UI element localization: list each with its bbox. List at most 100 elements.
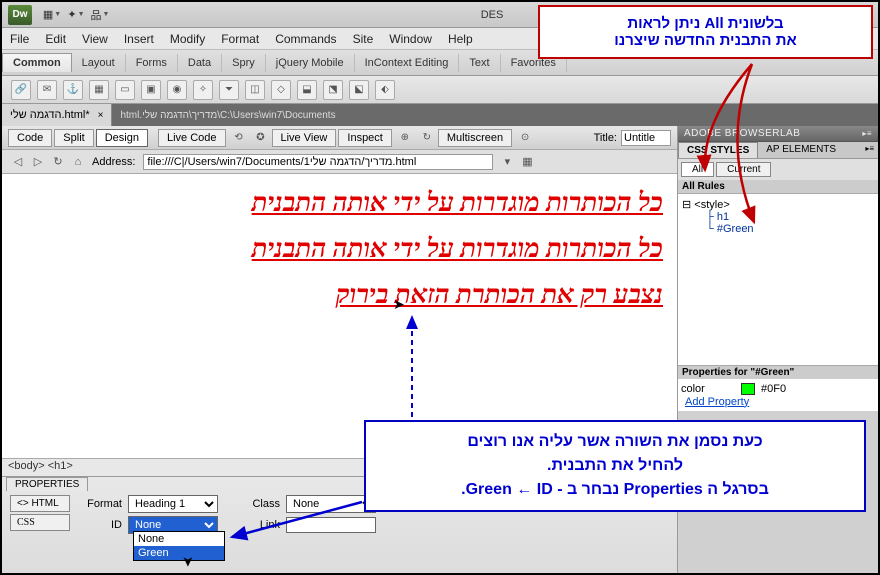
media-icon[interactable]: ◉ — [167, 80, 187, 100]
menu-window[interactable]: Window — [389, 32, 432, 46]
all-button[interactable]: All — [681, 162, 714, 177]
link-label: Link — [238, 519, 280, 531]
browser-icon[interactable]: ⊕ — [396, 130, 414, 146]
multiscreen-button[interactable]: Multiscreen — [438, 129, 512, 147]
tab-layout[interactable]: Layout — [72, 54, 126, 72]
tab-common[interactable]: Common — [2, 53, 72, 72]
class-label: Class — [238, 498, 280, 510]
layout-icon[interactable]: ▦▼ — [43, 6, 61, 24]
html-mode-button[interactable]: <> HTML — [10, 495, 70, 512]
reload-icon[interactable]: ↻ — [50, 154, 66, 170]
rules-tree[interactable]: ⊟ <style> ├ h1 └ #Green — [678, 194, 878, 365]
app-logo: Dw — [8, 5, 32, 25]
menu-help[interactable]: Help — [448, 32, 473, 46]
class-select[interactable]: None — [286, 495, 376, 513]
back-icon[interactable]: ◁ — [10, 154, 26, 170]
properties-for-header: Properties for "#Green" — [678, 365, 878, 379]
all-rules-header: All Rules — [678, 180, 878, 194]
split-button[interactable]: Split — [54, 129, 93, 147]
color-value: #0F0 — [761, 383, 786, 395]
checkout-icon[interactable]: ⟲ — [230, 130, 248, 146]
menu-edit[interactable]: Edit — [45, 32, 66, 46]
go-icon[interactable]: ▦ — [519, 154, 535, 170]
css-panel-tabs: CSS STYLES AP ELEMENTS ▸≡ — [678, 142, 878, 159]
callout-red: בלשונית All ניתן לראות את התבנית החדשה ש… — [538, 5, 873, 59]
menu-format[interactable]: Format — [221, 32, 259, 46]
css-styles-tab[interactable]: CSS STYLES — [678, 142, 758, 158]
div-icon[interactable]: ▭ — [115, 80, 135, 100]
format-select[interactable]: Heading 1 — [128, 495, 218, 513]
tree-h1[interactable]: ├ h1 — [682, 211, 874, 223]
comment-icon[interactable]: ◇ — [271, 80, 291, 100]
code-button[interactable]: Code — [8, 129, 52, 147]
tab-incontext[interactable]: InContext Editing — [355, 54, 460, 72]
ap-elements-tab[interactable]: AP ELEMENTS — [758, 142, 844, 158]
menu-file[interactable]: File — [10, 32, 29, 46]
tab-jquery[interactable]: jQuery Mobile — [266, 54, 355, 72]
document-tabs-row: הדגמה שלי.html* × C:\Users\win7\Document… — [2, 104, 878, 126]
color-property-row[interactable]: color #0F0 — [681, 382, 875, 396]
menu-site[interactable]: Site — [353, 32, 374, 46]
email-icon[interactable]: ✉ — [37, 80, 57, 100]
browserlab-header[interactable]: ADOBE BROWSERLAB▸≡ — [678, 126, 878, 142]
inspect-button[interactable]: Inspect — [338, 129, 391, 147]
address-input[interactable] — [143, 154, 493, 170]
address-dropdown-icon[interactable]: ▾ — [499, 154, 515, 170]
title-label: Title: — [594, 132, 617, 144]
heading-1[interactable]: כל הכותרות מוגדרות על ידי אותה התבנית — [16, 188, 663, 218]
callout-blue: כעת נסמן את השורה אשר עליה אנו רוצים להח… — [364, 420, 866, 512]
hyperlink-icon[interactable]: 🔗 — [11, 80, 31, 100]
tree-green[interactable]: └ #Green — [682, 223, 874, 235]
ssi-icon[interactable]: ◫ — [245, 80, 265, 100]
home-icon[interactable]: ⌂ — [70, 154, 86, 170]
templates-icon[interactable]: ⬕ — [349, 80, 369, 100]
date-icon[interactable]: ⏷ — [219, 80, 239, 100]
document-toolbar: Code Split Design Live Code ⟲ ✪ Live Vie… — [2, 126, 677, 150]
title-input[interactable] — [621, 130, 671, 146]
app-title: DES — [481, 9, 504, 21]
design-canvas[interactable]: כל הכותרות מוגדרות על ידי אותה התבנית כל… — [2, 174, 677, 458]
site-icon[interactable]: 品▼ — [91, 6, 109, 24]
live-code-button[interactable]: Live Code — [158, 129, 226, 147]
widget-icon[interactable]: ✧ — [193, 80, 213, 100]
cursor-icon: ➤ — [393, 296, 405, 313]
address-bar: ◁ ▷ ↻ ⌂ Address: ▾ ▦ — [2, 150, 677, 174]
script-icon[interactable]: ⬔ — [323, 80, 343, 100]
tab-forms[interactable]: Forms — [126, 54, 178, 72]
heading-3[interactable]: נצבע רק את הכותרת הזאת בירוק — [16, 280, 663, 310]
menu-insert[interactable]: Insert — [124, 32, 154, 46]
tag-icon[interactable]: ⬖ — [375, 80, 395, 100]
anchor-icon[interactable]: ⚓ — [63, 80, 83, 100]
link-input[interactable] — [286, 517, 376, 533]
css-property-list: color #0F0 Add Property — [678, 379, 878, 411]
tab-data[interactable]: Data — [178, 54, 222, 72]
forward-icon[interactable]: ▷ — [30, 154, 46, 170]
tree-style-root[interactable]: ⊟ <style> — [682, 198, 874, 211]
id-option-none[interactable]: None — [134, 532, 224, 546]
live-view-button[interactable]: Live View — [272, 129, 337, 147]
tab-spry[interactable]: Spry — [222, 54, 266, 72]
dropdown-cursor-icon: ➤ — [179, 556, 196, 568]
insert-icon-bar: 🔗 ✉ ⚓ ▦ ▭ ▣ ◉ ✧ ⏷ ◫ ◇ ⬓ ⬔ ⬕ ⬖ — [2, 76, 878, 104]
menu-view[interactable]: View — [82, 32, 108, 46]
design-button[interactable]: Design — [96, 129, 148, 147]
preview-icon[interactable]: ⊙ — [516, 130, 534, 146]
close-tab-icon[interactable]: × — [98, 110, 104, 121]
menu-commands[interactable]: Commands — [275, 32, 336, 46]
heading-2[interactable]: כל הכותרות מוגדרות על ידי אותה התבנית — [16, 234, 663, 264]
properties-tab[interactable]: PROPERTIES — [6, 477, 88, 491]
add-property-link[interactable]: Add Property — [681, 396, 875, 408]
extend-icon[interactable]: ✦▼ — [67, 6, 85, 24]
refresh-icon[interactable]: ↻ — [418, 130, 436, 146]
head-icon[interactable]: ⬓ — [297, 80, 317, 100]
id-label: ID — [80, 519, 122, 531]
css-mode-button[interactable]: CSS — [10, 514, 70, 531]
livedata-icon[interactable]: ✪ — [252, 130, 270, 146]
current-button[interactable]: Current — [716, 162, 771, 177]
menu-modify[interactable]: Modify — [170, 32, 205, 46]
tab-text[interactable]: Text — [459, 54, 500, 72]
document-tab[interactable]: הדגמה שלי.html* × — [2, 104, 112, 126]
color-swatch-icon[interactable] — [741, 383, 755, 395]
image-icon[interactable]: ▣ — [141, 80, 161, 100]
table-icon[interactable]: ▦ — [89, 80, 109, 100]
